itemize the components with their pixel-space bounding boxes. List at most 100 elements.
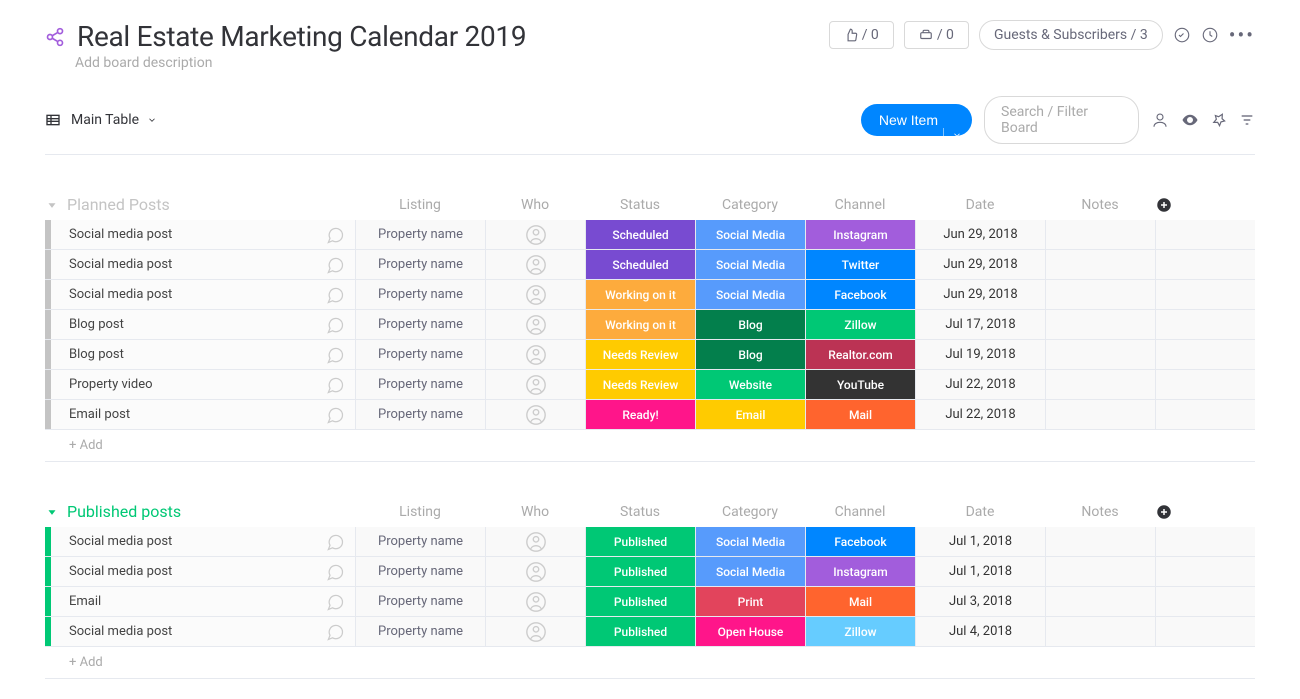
channel-cell[interactable]: Zillow <box>805 617 915 646</box>
table-row[interactable]: Blog postProperty nameWorking on itBlogZ… <box>45 310 1255 340</box>
notes-cell[interactable] <box>1045 310 1155 339</box>
person-filter-icon[interactable] <box>1151 111 1169 129</box>
item-name-cell[interactable]: Social media post <box>45 280 355 309</box>
column-header[interactable]: Channel <box>805 197 915 213</box>
chat-icon[interactable] <box>325 592 345 612</box>
date-cell[interactable]: Jul 1, 2018 <box>915 557 1045 586</box>
item-name-cell[interactable]: Social media post <box>45 557 355 586</box>
status-cell[interactable]: Published <box>585 527 695 556</box>
column-header[interactable]: Date <box>915 197 1045 213</box>
filter-icon[interactable] <box>1239 112 1255 128</box>
status-cell[interactable]: Scheduled <box>585 250 695 279</box>
board-description[interactable]: Add board description <box>75 55 526 71</box>
column-header[interactable]: Who <box>485 504 585 520</box>
item-name-cell[interactable]: Blog post <box>45 340 355 369</box>
notes-cell[interactable] <box>1045 370 1155 399</box>
column-header[interactable]: Channel <box>805 504 915 520</box>
date-cell[interactable]: Jun 29, 2018 <box>915 250 1045 279</box>
listing-cell[interactable]: Property name <box>355 400 485 429</box>
table-row[interactable]: EmailProperty namePublishedPrintMailJul … <box>45 587 1255 617</box>
item-name-cell[interactable]: Email <box>45 587 355 616</box>
who-cell[interactable] <box>485 220 585 249</box>
channel-cell[interactable]: Twitter <box>805 250 915 279</box>
item-name-cell[interactable]: Property video <box>45 370 355 399</box>
status-cell[interactable]: Needs Review <box>585 370 695 399</box>
chat-icon[interactable] <box>325 255 345 275</box>
listing-cell[interactable]: Property name <box>355 310 485 339</box>
column-header[interactable]: Who <box>485 197 585 213</box>
date-cell[interactable]: Jul 17, 2018 <box>915 310 1045 339</box>
chat-icon[interactable] <box>325 285 345 305</box>
listing-cell[interactable]: Property name <box>355 220 485 249</box>
channel-cell[interactable]: Instagram <box>805 220 915 249</box>
table-row[interactable]: Social media postProperty nameScheduledS… <box>45 220 1255 250</box>
board-title[interactable]: Real Estate Marketing Calendar 2019 <box>77 20 526 53</box>
table-row[interactable]: Social media postProperty namePublishedO… <box>45 617 1255 647</box>
chat-icon[interactable] <box>325 225 345 245</box>
chat-icon[interactable] <box>325 562 345 582</box>
item-name-cell[interactable]: Social media post <box>45 527 355 556</box>
listing-cell[interactable]: Property name <box>355 280 485 309</box>
column-header[interactable]: Notes <box>1045 504 1155 520</box>
column-header[interactable]: Listing <box>355 504 485 520</box>
table-row[interactable]: Social media postProperty namePublishedS… <box>45 557 1255 587</box>
add-column-button[interactable] <box>1155 503 1185 521</box>
notes-cell[interactable] <box>1045 527 1155 556</box>
item-name-cell[interactable]: Social media post <box>45 250 355 279</box>
table-row[interactable]: Social media postProperty name PublishedS… <box>45 527 1255 557</box>
status-cell[interactable]: Published <box>585 557 695 586</box>
notes-cell[interactable] <box>1045 220 1155 249</box>
table-row[interactable]: Email postProperty nameReady!EmailMailJu… <box>45 400 1255 430</box>
group-title[interactable]: Published posts <box>45 502 355 521</box>
table-row[interactable]: Social media postProperty nameScheduledS… <box>45 250 1255 280</box>
date-cell[interactable]: Jul 19, 2018 <box>915 340 1045 369</box>
column-header[interactable]: Listing <box>355 197 485 213</box>
chat-icon[interactable] <box>325 532 345 552</box>
notes-cell[interactable] <box>1045 587 1155 616</box>
views-count[interactable]: / 0 <box>904 21 969 49</box>
who-cell[interactable] <box>485 400 585 429</box>
item-name-cell[interactable]: Blog post <box>45 310 355 339</box>
channel-cell[interactable]: Facebook <box>805 280 915 309</box>
who-cell[interactable] <box>485 370 585 399</box>
category-cell[interactable]: Print <box>695 587 805 616</box>
status-cell[interactable]: Needs Review <box>585 340 695 369</box>
activity-icon[interactable] <box>1201 26 1219 44</box>
chevron-down-icon[interactable] <box>943 128 962 142</box>
category-cell[interactable]: Email <box>695 400 805 429</box>
more-menu[interactable]: ••• <box>1229 23 1255 47</box>
notes-cell[interactable] <box>1045 340 1155 369</box>
channel-cell[interactable]: YouTube <box>805 370 915 399</box>
status-cell[interactable]: Published <box>585 617 695 646</box>
integration-icon[interactable] <box>1173 26 1191 44</box>
date-cell[interactable]: Jul 4, 2018 <box>915 617 1045 646</box>
channel-cell[interactable]: Realtor.com <box>805 340 915 369</box>
notes-cell[interactable] <box>1045 400 1155 429</box>
channel-cell[interactable]: Zillow <box>805 310 915 339</box>
category-cell[interactable]: Website <box>695 370 805 399</box>
who-cell[interactable] <box>485 280 585 309</box>
table-row[interactable]: Property videoProperty name Needs ReviewW… <box>45 370 1255 400</box>
chat-icon[interactable] <box>325 345 345 365</box>
category-cell[interactable]: Blog <box>695 310 805 339</box>
category-cell[interactable]: Social Media <box>695 527 805 556</box>
listing-cell[interactable]: Property name <box>355 370 485 399</box>
date-cell[interactable]: Jun 29, 2018 <box>915 220 1045 249</box>
column-header[interactable]: Status <box>585 197 695 213</box>
status-cell[interactable]: Published <box>585 587 695 616</box>
pin-icon[interactable] <box>1211 112 1227 128</box>
chat-icon[interactable] <box>325 622 345 642</box>
add-column-button[interactable] <box>1155 196 1185 214</box>
column-header[interactable]: Date <box>915 504 1045 520</box>
category-cell[interactable]: Social Media <box>695 250 805 279</box>
date-cell[interactable]: Jun 29, 2018 <box>915 280 1045 309</box>
item-name-cell[interactable]: Email post <box>45 400 355 429</box>
item-name-cell[interactable]: Social media post <box>45 617 355 646</box>
group-title[interactable]: Planned Posts <box>45 195 355 214</box>
date-cell[interactable]: Jul 22, 2018 <box>915 400 1045 429</box>
table-row[interactable]: Social media postProperty name Working on… <box>45 280 1255 310</box>
guests-button[interactable]: Guests & Subscribers / 3 <box>979 20 1163 50</box>
listing-cell[interactable]: Property name <box>355 527 485 556</box>
status-cell[interactable]: Working on it <box>585 280 695 309</box>
new-item-button[interactable]: New Item <box>861 104 972 136</box>
